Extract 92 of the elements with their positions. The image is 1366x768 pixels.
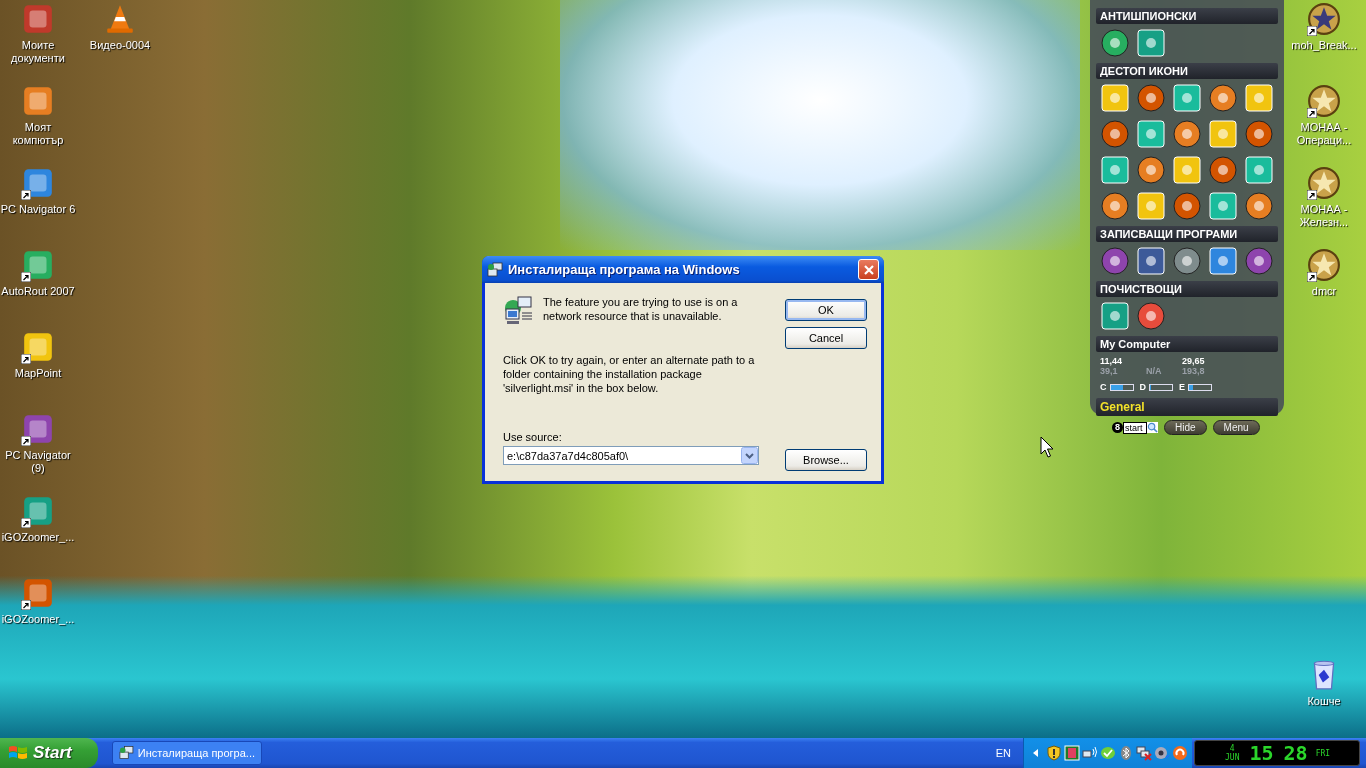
desktop-icon-label: iGOZoomer_... — [1, 613, 75, 626]
speaker-icon[interactable] — [1154, 745, 1170, 761]
browse-button[interactable]: Browse... — [785, 449, 867, 471]
desktop-icon-label: МОНАА - Железн... — [1298, 203, 1350, 229]
tray-app-icon[interactable] — [1172, 745, 1188, 761]
section-header: General — [1096, 398, 1278, 416]
desktop-shortcut[interactable]: AutoRout 2007 — [0, 246, 76, 328]
start-button[interactable]: Start — [0, 738, 98, 768]
app-icon — [21, 412, 55, 446]
desktop-icon-label: AutoRout 2007 — [1, 285, 75, 298]
desktop-shortcut[interactable]: Моите документи — [0, 0, 76, 82]
desktop-shortcut[interactable]: Видео-0004 — [82, 0, 158, 82]
desktop-icon-label: dmcr — [1311, 285, 1337, 298]
shield-icon[interactable] — [1046, 745, 1062, 761]
gadget-button[interactable]: Hide — [1164, 420, 1207, 435]
desktop-icon-label: moh_Break... — [1291, 39, 1357, 52]
network-disconnected-icon[interactable] — [1136, 745, 1152, 761]
gadget-button[interactable]: Menu — [1212, 420, 1260, 435]
app-icon[interactable] — [1100, 28, 1130, 58]
section-header: My Computer — [1096, 336, 1278, 352]
app-icon[interactable] — [1208, 83, 1238, 113]
app-icon — [21, 494, 55, 528]
network-computer-icon — [487, 261, 503, 278]
section-header: ПОЧИСТВОЩИ — [1096, 281, 1278, 297]
desktop-icon-label: Видео-0004 — [89, 39, 151, 52]
section-header: АНТИШПИОНСКИ — [1096, 8, 1278, 24]
dialog-button[interactable]: Cancel — [785, 327, 867, 349]
clock-day: 4 — [1229, 744, 1235, 753]
dialog-button[interactable]: OK — [785, 299, 867, 321]
bluetooth-icon[interactable] — [1118, 745, 1134, 761]
app-icon — [21, 576, 55, 610]
desktop-icon-label: Моите документи — [10, 39, 66, 65]
stat-value: 39,1 — [1100, 366, 1119, 376]
stat-value: 29,65 — [1182, 356, 1206, 366]
stat-value: 11,44 — [1100, 356, 1124, 366]
app-icon[interactable] — [1136, 301, 1166, 331]
desktop-icon-label: Моят компютър — [11, 121, 65, 147]
language-indicator[interactable]: EN — [995, 747, 1011, 759]
clock-weekday: FRI — [1315, 748, 1331, 758]
stat-value: 193,8 — [1182, 366, 1206, 376]
instruction-text: Click OK to try again, or enter an alternate path to a folder containing the installation package 'silverlight.msi' in the box below. — [503, 353, 756, 395]
app-icon[interactable] — [1208, 155, 1238, 185]
app-icon[interactable] — [1244, 119, 1274, 149]
desktop-shortcut[interactable]: PC Navigator (9) — [0, 410, 76, 492]
desktop-icon-label: PC Navigator (9) — [4, 449, 72, 475]
app-icon[interactable] — [1100, 246, 1130, 276]
section-header: ЗАПИСВАЩИ ПРОГРАМИ — [1096, 226, 1278, 242]
app-icon — [21, 330, 55, 364]
app-icon[interactable] — [1172, 246, 1202, 276]
desktop-shortcut[interactable]: iGOZoomer_... — [0, 492, 76, 574]
field-label: Use source: — [503, 431, 563, 443]
drive-letter: D — [1139, 382, 1146, 392]
close-button[interactable] — [858, 259, 879, 280]
clock-minute: 28 — [1283, 741, 1308, 765]
window-title: Инсталираща програма на Windows — [508, 262, 741, 277]
app-icon[interactable] — [1244, 246, 1274, 276]
app-icon — [21, 2, 55, 36]
taskbar-button[interactable]: Инсталираща програ... — [112, 741, 262, 765]
app-icon[interactable] — [1244, 191, 1274, 221]
clock-month: JUN — [1225, 753, 1240, 762]
desktop-icon-label: PC Navigator 6 — [0, 203, 76, 216]
number-badge: 8 — [1112, 422, 1123, 433]
wireless-network-icon[interactable] — [1082, 745, 1098, 761]
desktop-icon-label: МОНАА - Операци... — [1295, 121, 1353, 147]
leaf-check-icon[interactable] — [1100, 745, 1116, 761]
mouse-pointer-icon — [1040, 436, 1054, 458]
app-icon[interactable] — [1172, 119, 1202, 149]
close-icon — [862, 263, 875, 276]
app-icon[interactable] — [1100, 191, 1130, 221]
drive-letter: E — [1179, 382, 1185, 392]
app-icon — [21, 248, 55, 282]
error-message: The feature you are trying to use is on a network resource that is unavailable. — [543, 295, 739, 324]
stat-value: N/A — [1146, 366, 1163, 376]
network-computers-icon — [503, 295, 535, 327]
drive-letter: C — [1100, 382, 1107, 392]
app-icon[interactable] — [1136, 83, 1166, 113]
clock-hour: 15 — [1249, 741, 1274, 765]
desktop-icon-label: MapPoint — [14, 367, 62, 380]
app-icon[interactable] — [1136, 155, 1166, 185]
desktop-shortcut[interactable]: Моят компютър — [0, 82, 76, 164]
desktop-shortcut[interactable]: PC Navigator 6 — [0, 164, 76, 246]
app-icon — [21, 84, 55, 118]
network-computer-icon — [119, 745, 134, 761]
search-icon — [1147, 422, 1158, 433]
section-header: ДЕСТОП ИКОНИ — [1096, 63, 1278, 79]
app-icon[interactable] — [1172, 191, 1202, 221]
desktop-icon-label: iGOZoomer_... — [1, 531, 75, 544]
desktop-icon-label: Кошче — [1307, 695, 1341, 708]
source-path-combo[interactable]: e:\c87da37a7d4c805af0\ — [503, 446, 759, 465]
app-icon — [21, 166, 55, 200]
desktop-shortcut[interactable]: MapPoint — [0, 328, 76, 410]
app-icon[interactable] — [1100, 119, 1130, 149]
